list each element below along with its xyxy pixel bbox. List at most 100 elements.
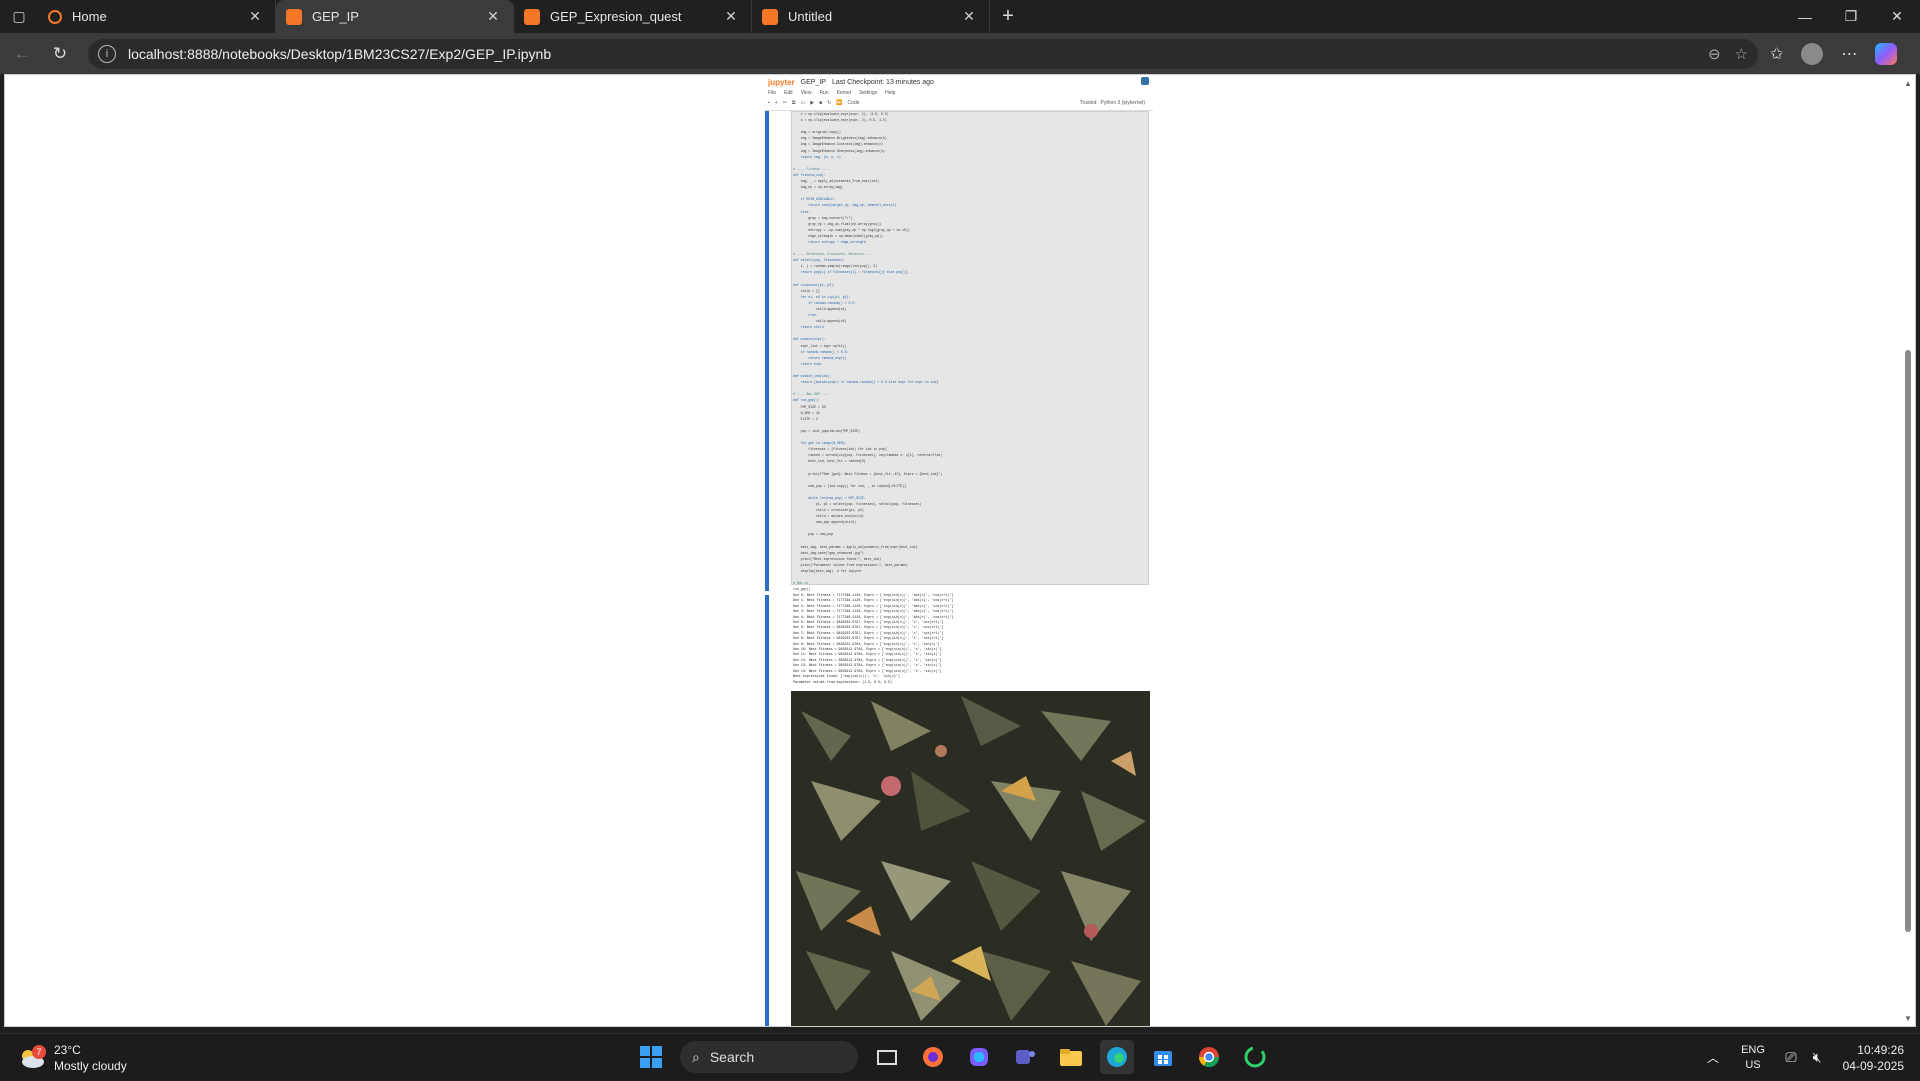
menu-run[interactable]: Run	[819, 90, 828, 96]
menu-edit[interactable]: Edit	[784, 90, 793, 96]
minimize-icon[interactable]: —	[1782, 0, 1828, 33]
cell-type-select[interactable]: Code	[848, 100, 860, 106]
notebook-name[interactable]: GEP_IP	[801, 79, 826, 86]
menu-bar: File Edit View Run Kernel Settings Help	[768, 90, 895, 96]
taskbar: 7 23°C Mostly cloudy ⌕ Search ︿ ENG US ⎚	[0, 1033, 1920, 1080]
windows-start-icon[interactable]	[634, 1040, 668, 1074]
new-tab-button[interactable]: +	[990, 0, 1026, 33]
tab-gep-expression-quest[interactable]: GEP_Expresion_quest ✕	[514, 0, 752, 33]
run-icon[interactable]: ▶	[810, 100, 814, 106]
close-window-icon[interactable]: ✕	[1874, 0, 1920, 33]
trusted-status: Trusted	[1079, 100, 1097, 106]
notebook-icon	[524, 8, 540, 25]
weather-description: Mostly cloudy	[54, 1059, 127, 1073]
weather-widget[interactable]: 7 23°C Mostly cloudy	[18, 1042, 127, 1074]
url-field[interactable]: i localhost:8888/notebooks/Desktop/1BM23…	[88, 38, 1758, 69]
notebook-icon	[762, 8, 778, 25]
favorites-icon[interactable]: ✩	[1770, 44, 1783, 64]
show-hidden-icons-chevron-icon[interactable]: ︿	[1698, 1049, 1728, 1066]
tab-actions-icon[interactable]: ▢	[0, 0, 38, 33]
paste-icon[interactable]: ▭	[800, 100, 805, 106]
network-icon[interactable]: ⎚	[1778, 1049, 1804, 1066]
taskbar-search[interactable]: ⌕ Search	[680, 1041, 858, 1073]
tab-gep-ip[interactable]: GEP_IP ✕	[276, 0, 514, 33]
menu-view[interactable]: View	[801, 90, 812, 96]
teams-icon[interactable]	[1008, 1040, 1042, 1074]
language-indicator[interactable]: ENG US	[1728, 1043, 1778, 1073]
window-controls: — ❐ ✕	[1782, 0, 1920, 33]
copilot-icon[interactable]	[1875, 42, 1898, 65]
site-info-icon[interactable]: i	[98, 44, 116, 63]
restore-icon[interactable]: ❐	[1828, 0, 1874, 33]
add-cell-icon[interactable]: +	[775, 100, 778, 106]
weather-temperature: 23°C	[54, 1043, 81, 1057]
scroll-up-icon[interactable]: ▲	[1904, 79, 1912, 88]
tab-title: GEP_Expresion_quest	[550, 9, 682, 24]
kernel-name: Python 3 (ipykernel)	[1100, 100, 1145, 106]
cell-output-text: Gen 0: Best Fitness = 7177348.1120, Expr…	[793, 593, 1147, 689]
url-text[interactable]: localhost:8888/notebooks/Desktop/1BM23CS…	[128, 46, 1694, 62]
more-menu-icon[interactable]: ⋯	[1841, 44, 1857, 64]
notebook-icon	[286, 8, 302, 25]
jupyter-home-icon	[48, 9, 62, 24]
search-icon: ⌕	[692, 1048, 700, 1065]
tab-untitled[interactable]: Untitled ✕	[752, 0, 990, 33]
address-bar: ← ↻ i localhost:8888/notebooks/Desktop/1…	[0, 33, 1920, 74]
selected-cell-indicator	[765, 111, 769, 591]
menu-settings[interactable]: Settings	[859, 90, 877, 96]
task-view-icon[interactable]	[870, 1040, 904, 1074]
close-icon[interactable]: ✕	[483, 8, 503, 25]
system-tray: ︿ ENG US ⎚ 🔇︎ 10:49:26 04-09-2025	[1698, 1034, 1920, 1081]
clock-time: 10:49:26	[1857, 1042, 1904, 1057]
cut-icon[interactable]: ✂	[783, 100, 787, 106]
microsoft-store-icon[interactable]	[1146, 1040, 1180, 1074]
code-editor[interactable]: t = np.clip(evaluate_expr(expr, 1), -0.5…	[793, 111, 1147, 601]
code-line: run_gep()	[793, 587, 811, 592]
scroll-down-icon[interactable]: ▼	[1904, 1014, 1912, 1023]
loading-app-icon[interactable]	[1238, 1040, 1272, 1074]
kernel-indicator[interactable]: Trusted Python 3 (ipykernel)	[1080, 100, 1145, 106]
keyboard-region: US	[1745, 1058, 1761, 1071]
output-image-tea-leaves	[791, 691, 1150, 1026]
file-explorer-icon[interactable]	[1054, 1040, 1088, 1074]
search-label: Search	[709, 1049, 755, 1065]
close-icon[interactable]: ✕	[721, 8, 741, 25]
tab-home[interactable]: Home ✕	[38, 0, 276, 33]
save-icon[interactable]: ▪	[768, 100, 770, 106]
language-code: ENG	[1741, 1043, 1765, 1056]
page-viewport: jupyter GEP_IP Last Checkpoint: 13 minut…	[4, 74, 1916, 1027]
favorite-star-icon[interactable]: ☆	[1735, 45, 1748, 63]
copy-icon[interactable]: ⧉	[792, 100, 796, 106]
zoom-icon[interactable]: ⊖	[1708, 45, 1721, 63]
copilot-app-icon[interactable]	[962, 1040, 996, 1074]
tab-title: Untitled	[788, 9, 833, 24]
stop-icon[interactable]: ■	[819, 100, 822, 106]
close-icon[interactable]: ✕	[245, 8, 265, 25]
jupyter-header: jupyter GEP_IP Last Checkpoint: 13 minut…	[765, 75, 1153, 111]
output-line: Parameter values from expressions: (1.5,…	[793, 679, 892, 684]
firefox-icon[interactable]	[916, 1040, 950, 1074]
volume-muted-icon[interactable]: 🔇︎	[1804, 1049, 1830, 1066]
profile-avatar[interactable]	[1801, 42, 1824, 65]
notebook-toolbar: ▪ + ✂ ⧉ ▭ ▶ ■ ↻ ⏩ Code	[768, 100, 860, 106]
menu-kernel[interactable]: Kernel	[837, 90, 851, 96]
back-icon[interactable]: ←	[6, 38, 38, 70]
fast-forward-icon[interactable]: ⏩	[836, 100, 842, 106]
tab-title: GEP_IP	[312, 9, 359, 24]
clock[interactable]: 10:49:26 04-09-2025	[1830, 1042, 1920, 1074]
refresh-icon[interactable]: ↻	[44, 38, 76, 70]
taskbar-apps: ⌕ Search	[634, 1040, 1272, 1074]
jupyter-logo[interactable]: jupyter	[768, 78, 795, 87]
restart-icon[interactable]: ↻	[827, 100, 831, 106]
weather-badge: 7	[32, 1045, 46, 1059]
scrollbar-thumb[interactable]	[1905, 350, 1911, 932]
tab-title: Home	[72, 9, 107, 24]
menu-help[interactable]: Help	[885, 90, 895, 96]
close-icon[interactable]: ✕	[959, 8, 979, 25]
python-logo-icon	[1141, 77, 1149, 85]
edge-icon[interactable]	[1100, 1040, 1134, 1074]
checkpoint-status: Last Checkpoint: 13 minutes ago	[831, 79, 934, 86]
clock-date: 04-09-2025	[1842, 1058, 1904, 1073]
menu-file[interactable]: File	[768, 90, 776, 96]
chrome-icon[interactable]	[1192, 1040, 1226, 1074]
